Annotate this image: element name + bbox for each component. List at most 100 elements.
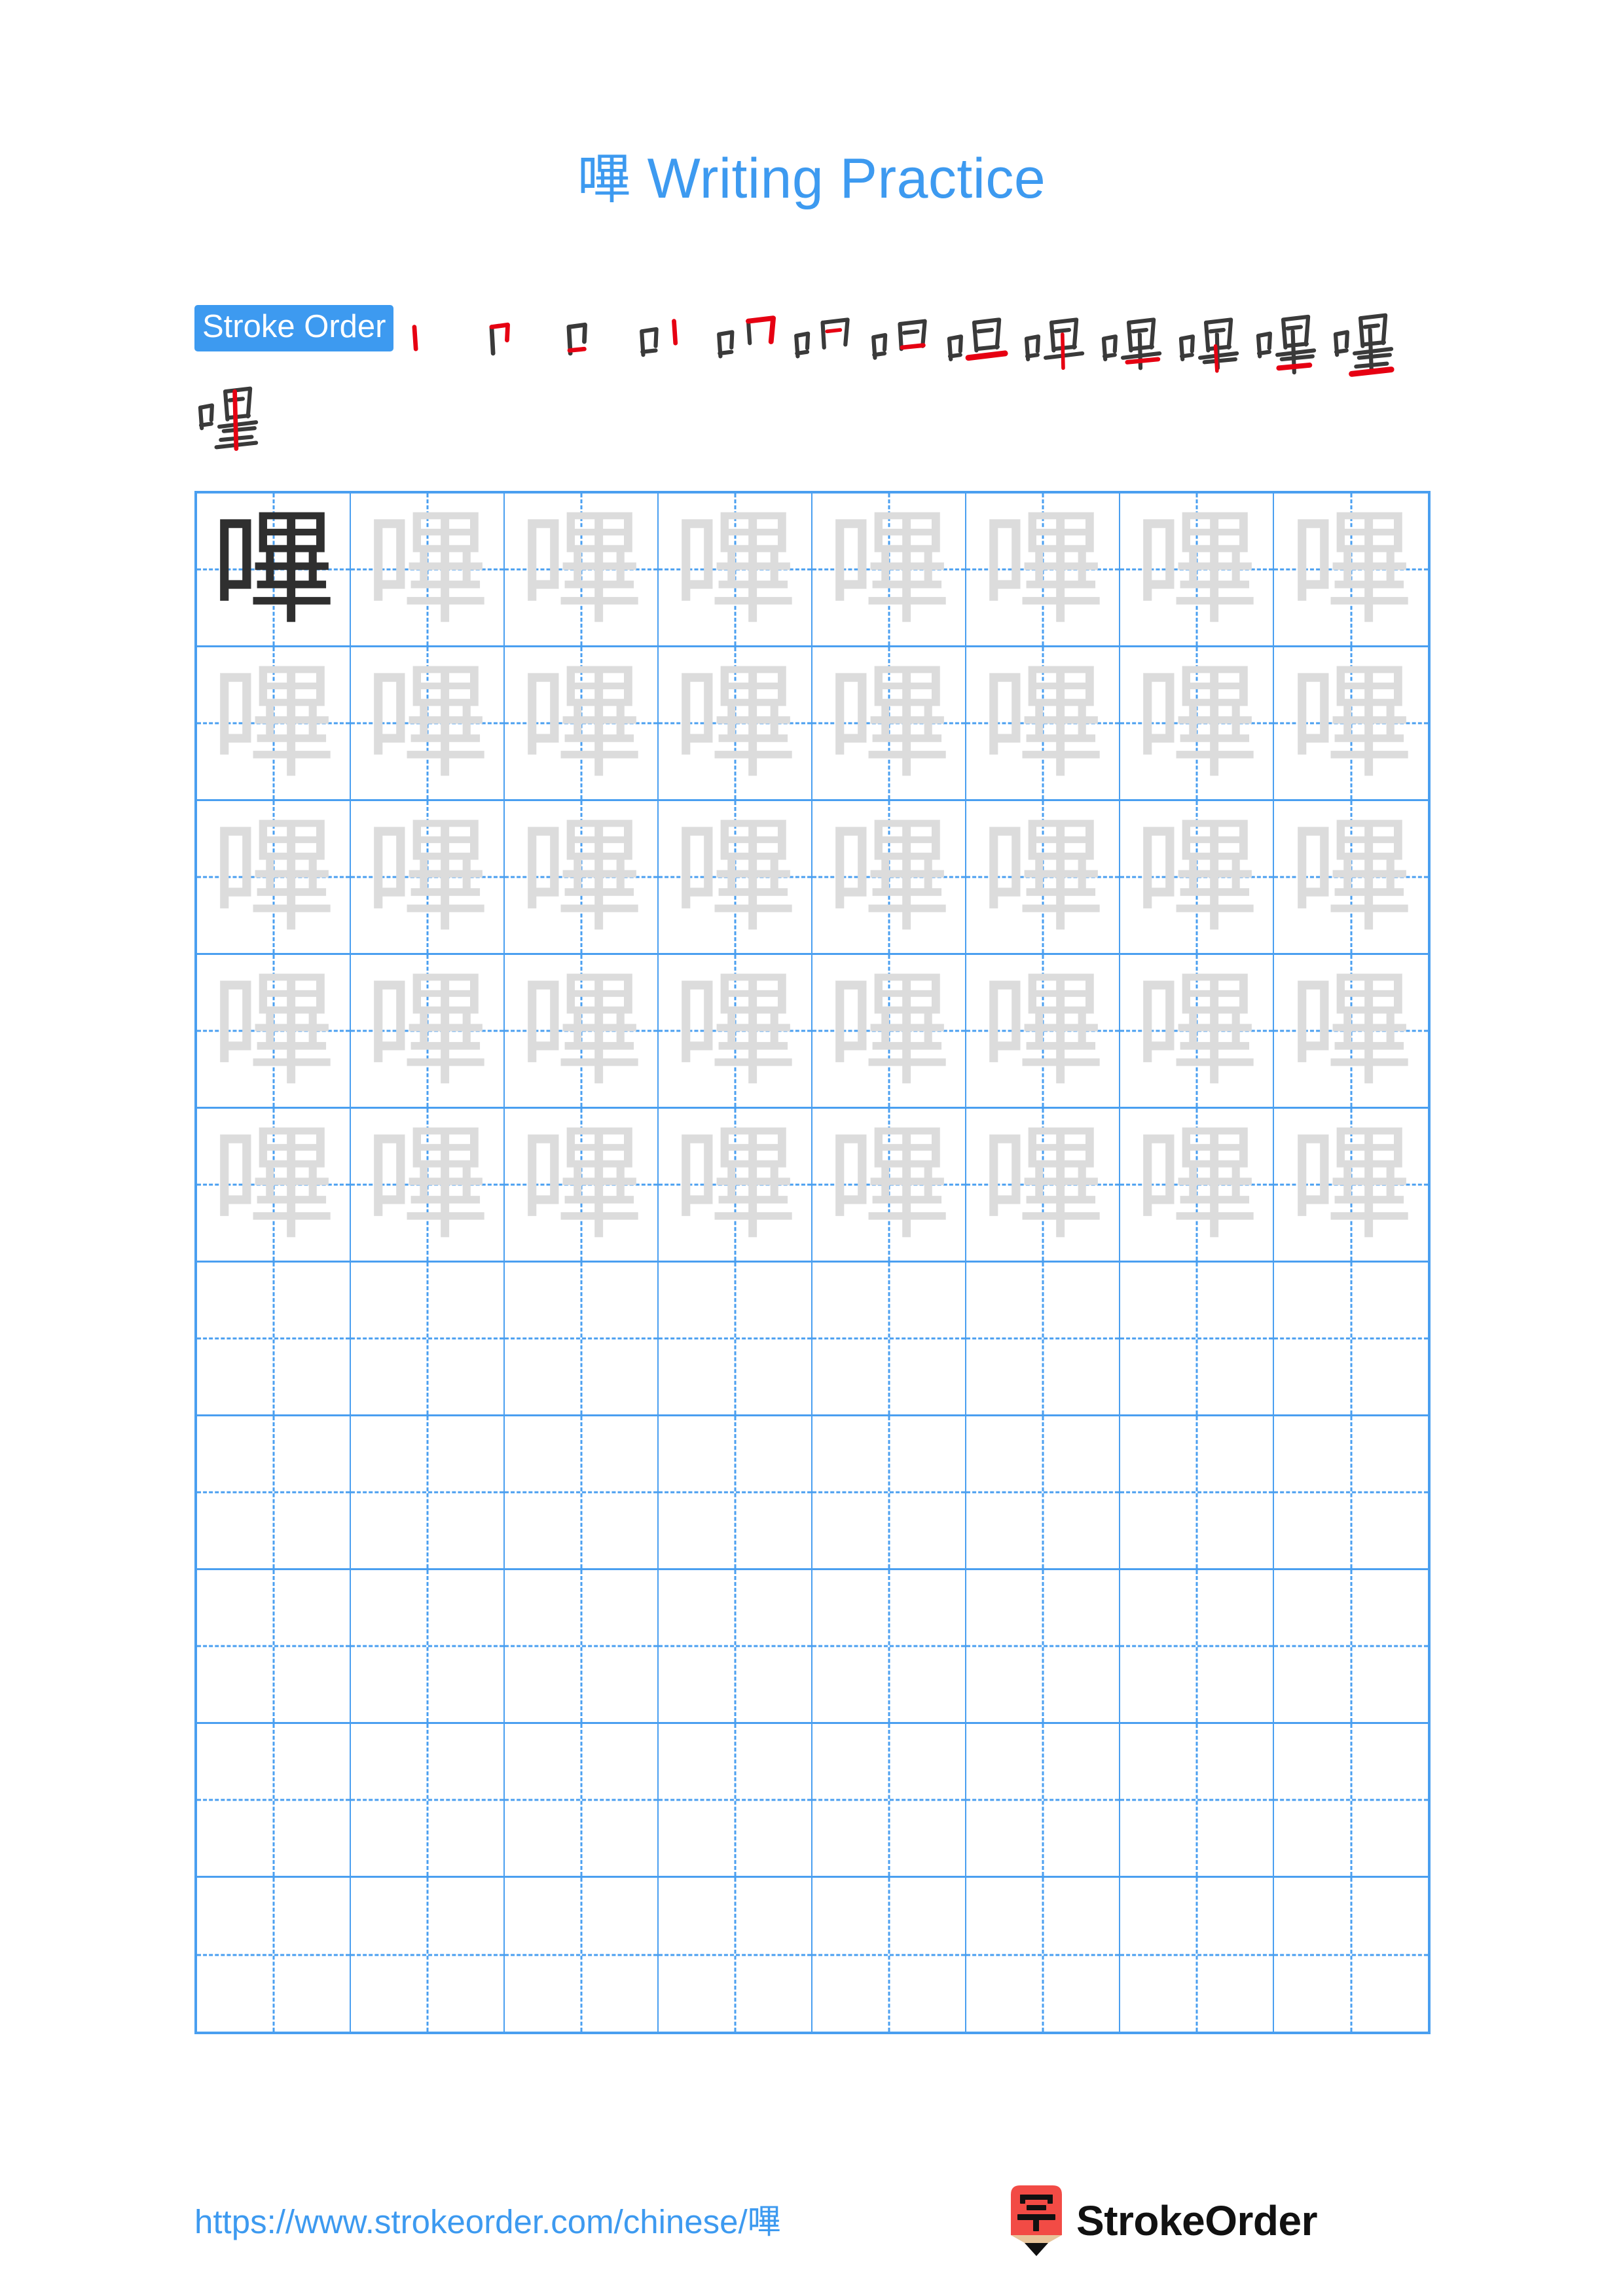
practice-cell[interactable] <box>1274 1416 1428 1570</box>
trace-character: 嗶 <box>980 804 1105 949</box>
practice-cell[interactable]: 嗶 <box>351 955 505 1109</box>
trace-character: 嗶 <box>672 651 797 795</box>
practice-cell[interactable] <box>812 1263 966 1416</box>
practice-cell[interactable]: 嗶 <box>812 1109 966 1263</box>
trace-character: 嗶 <box>211 804 336 949</box>
practice-cell[interactable]: 嗶 <box>197 647 351 801</box>
practice-cell[interactable] <box>197 1724 351 1878</box>
practice-cell[interactable] <box>351 1263 505 1416</box>
practice-cell[interactable]: 嗶 <box>1120 647 1274 801</box>
practice-cell[interactable]: 嗶 <box>812 801 966 955</box>
practice-cell[interactable]: 嗶 <box>659 955 812 1109</box>
stroke-step-8 <box>943 305 1017 378</box>
stroke-step-3 <box>557 305 630 378</box>
practice-cell[interactable]: 嗶 <box>812 955 966 1109</box>
practice-cell[interactable]: 嗶 <box>351 493 505 647</box>
stroke-step-10-icon <box>1102 317 1162 370</box>
stroke-step-1-icon <box>412 325 419 351</box>
practice-cell[interactable] <box>966 1570 1120 1724</box>
practice-cell[interactable]: 嗶 <box>351 647 505 801</box>
practice-cell[interactable] <box>966 1878 1120 2032</box>
practice-cell[interactable] <box>659 1263 812 1416</box>
practice-cell[interactable]: 嗶 <box>1120 1109 1274 1263</box>
practice-cell[interactable] <box>197 1570 351 1724</box>
practice-cell[interactable]: 嗶 <box>1274 1109 1428 1263</box>
practice-cell[interactable] <box>197 1263 351 1416</box>
stroke-step-2-icon <box>490 322 511 356</box>
footer-url-link[interactable]: https://www.strokeorder.com/chinese/嗶 <box>194 2195 781 2243</box>
practice-cell[interactable] <box>659 1570 812 1724</box>
practice-cell[interactable] <box>1120 1416 1274 1570</box>
practice-cell[interactable]: 嗶 <box>351 801 505 955</box>
practice-cell[interactable] <box>505 1724 659 1878</box>
practice-cell[interactable]: 嗶 <box>659 801 812 955</box>
practice-cell[interactable]: 嗶 <box>505 955 659 1109</box>
practice-cell[interactable] <box>505 1878 659 2032</box>
stroke-step-8-icon <box>947 317 1009 361</box>
trace-character: 嗶 <box>1288 1112 1413 1257</box>
practice-cell[interactable] <box>659 1878 812 2032</box>
practice-cell[interactable] <box>197 1416 351 1570</box>
practice-cell[interactable] <box>812 1724 966 1878</box>
practice-cell[interactable]: 嗶 <box>1120 801 1274 955</box>
practice-cell[interactable]: 嗶 <box>966 801 1120 955</box>
footer-brand[interactable]: StrokeOrder <box>1008 2184 1317 2257</box>
practice-cell[interactable] <box>966 1263 1120 1416</box>
practice-cell[interactable]: 嗶 <box>351 1109 505 1263</box>
practice-cell[interactable] <box>197 1878 351 2032</box>
practice-cell[interactable]: 嗶 <box>812 493 966 647</box>
practice-cell[interactable] <box>351 1570 505 1724</box>
practice-cell[interactable]: 嗶 <box>197 955 351 1109</box>
practice-cell[interactable] <box>812 1416 966 1570</box>
practice-cell[interactable]: 嗶 <box>505 1109 659 1263</box>
practice-cell[interactable]: 嗶 <box>1274 955 1428 1109</box>
practice-cell[interactable]: 嗶 <box>1274 493 1428 647</box>
practice-cell[interactable]: 嗶 <box>1120 955 1274 1109</box>
practice-cell[interactable] <box>505 1416 659 1570</box>
practice-cell[interactable]: 嗶 <box>966 647 1120 801</box>
practice-cell[interactable]: 嗶 <box>505 647 659 801</box>
practice-cell[interactable] <box>1120 1570 1274 1724</box>
practice-cell[interactable] <box>351 1878 505 2032</box>
trace-character: 嗶 <box>1134 651 1259 795</box>
practice-cell[interactable] <box>1120 1878 1274 2032</box>
practice-cell[interactable] <box>812 1878 966 2032</box>
footer: https://www.strokeorder.com/chinese/嗶 St… <box>0 2185 1623 2261</box>
practice-cell[interactable]: 嗶 <box>197 1109 351 1263</box>
practice-cell[interactable] <box>966 1416 1120 1570</box>
practice-cell[interactable]: 嗶 <box>505 801 659 955</box>
trace-character: 嗶 <box>826 804 951 949</box>
practice-cell[interactable] <box>1120 1263 1274 1416</box>
practice-cell[interactable] <box>1120 1724 1274 1878</box>
practice-cell[interactable]: 嗶 <box>197 801 351 955</box>
trace-character: 嗶 <box>365 958 490 1103</box>
trace-character: 嗶 <box>672 497 797 641</box>
practice-cell[interactable]: 嗶 <box>812 647 966 801</box>
practice-cell[interactable] <box>505 1263 659 1416</box>
stroke-step-7-icon <box>871 319 928 360</box>
practice-cell[interactable]: 嗶 <box>966 1109 1120 1263</box>
practice-cell[interactable] <box>659 1724 812 1878</box>
practice-cell[interactable] <box>966 1724 1120 1878</box>
practice-cell[interactable]: 嗶 <box>197 493 351 647</box>
practice-cell[interactable]: 嗶 <box>659 647 812 801</box>
practice-cell[interactable] <box>1274 1263 1428 1416</box>
practice-cell[interactable] <box>659 1416 812 1570</box>
practice-cell[interactable] <box>351 1416 505 1570</box>
practice-cell[interactable]: 嗶 <box>659 1109 812 1263</box>
practice-cell[interactable] <box>1274 1570 1428 1724</box>
practice-cell[interactable]: 嗶 <box>1120 493 1274 647</box>
practice-cell[interactable] <box>351 1724 505 1878</box>
practice-cell[interactable]: 嗶 <box>1274 647 1428 801</box>
practice-cell[interactable] <box>1274 1878 1428 2032</box>
practice-cell[interactable]: 嗶 <box>505 493 659 647</box>
practice-cell[interactable] <box>1274 1724 1428 1878</box>
practice-cell[interactable] <box>812 1570 966 1724</box>
practice-cell[interactable]: 嗶 <box>966 493 1120 647</box>
practice-cell[interactable]: 嗶 <box>659 493 812 647</box>
practice-cell[interactable] <box>505 1570 659 1724</box>
stroke-step-10 <box>1098 305 1171 378</box>
practice-cell[interactable]: 嗶 <box>966 955 1120 1109</box>
stroke-order-list: Stroke Order <box>194 305 1432 452</box>
practice-cell[interactable]: 嗶 <box>1274 801 1428 955</box>
